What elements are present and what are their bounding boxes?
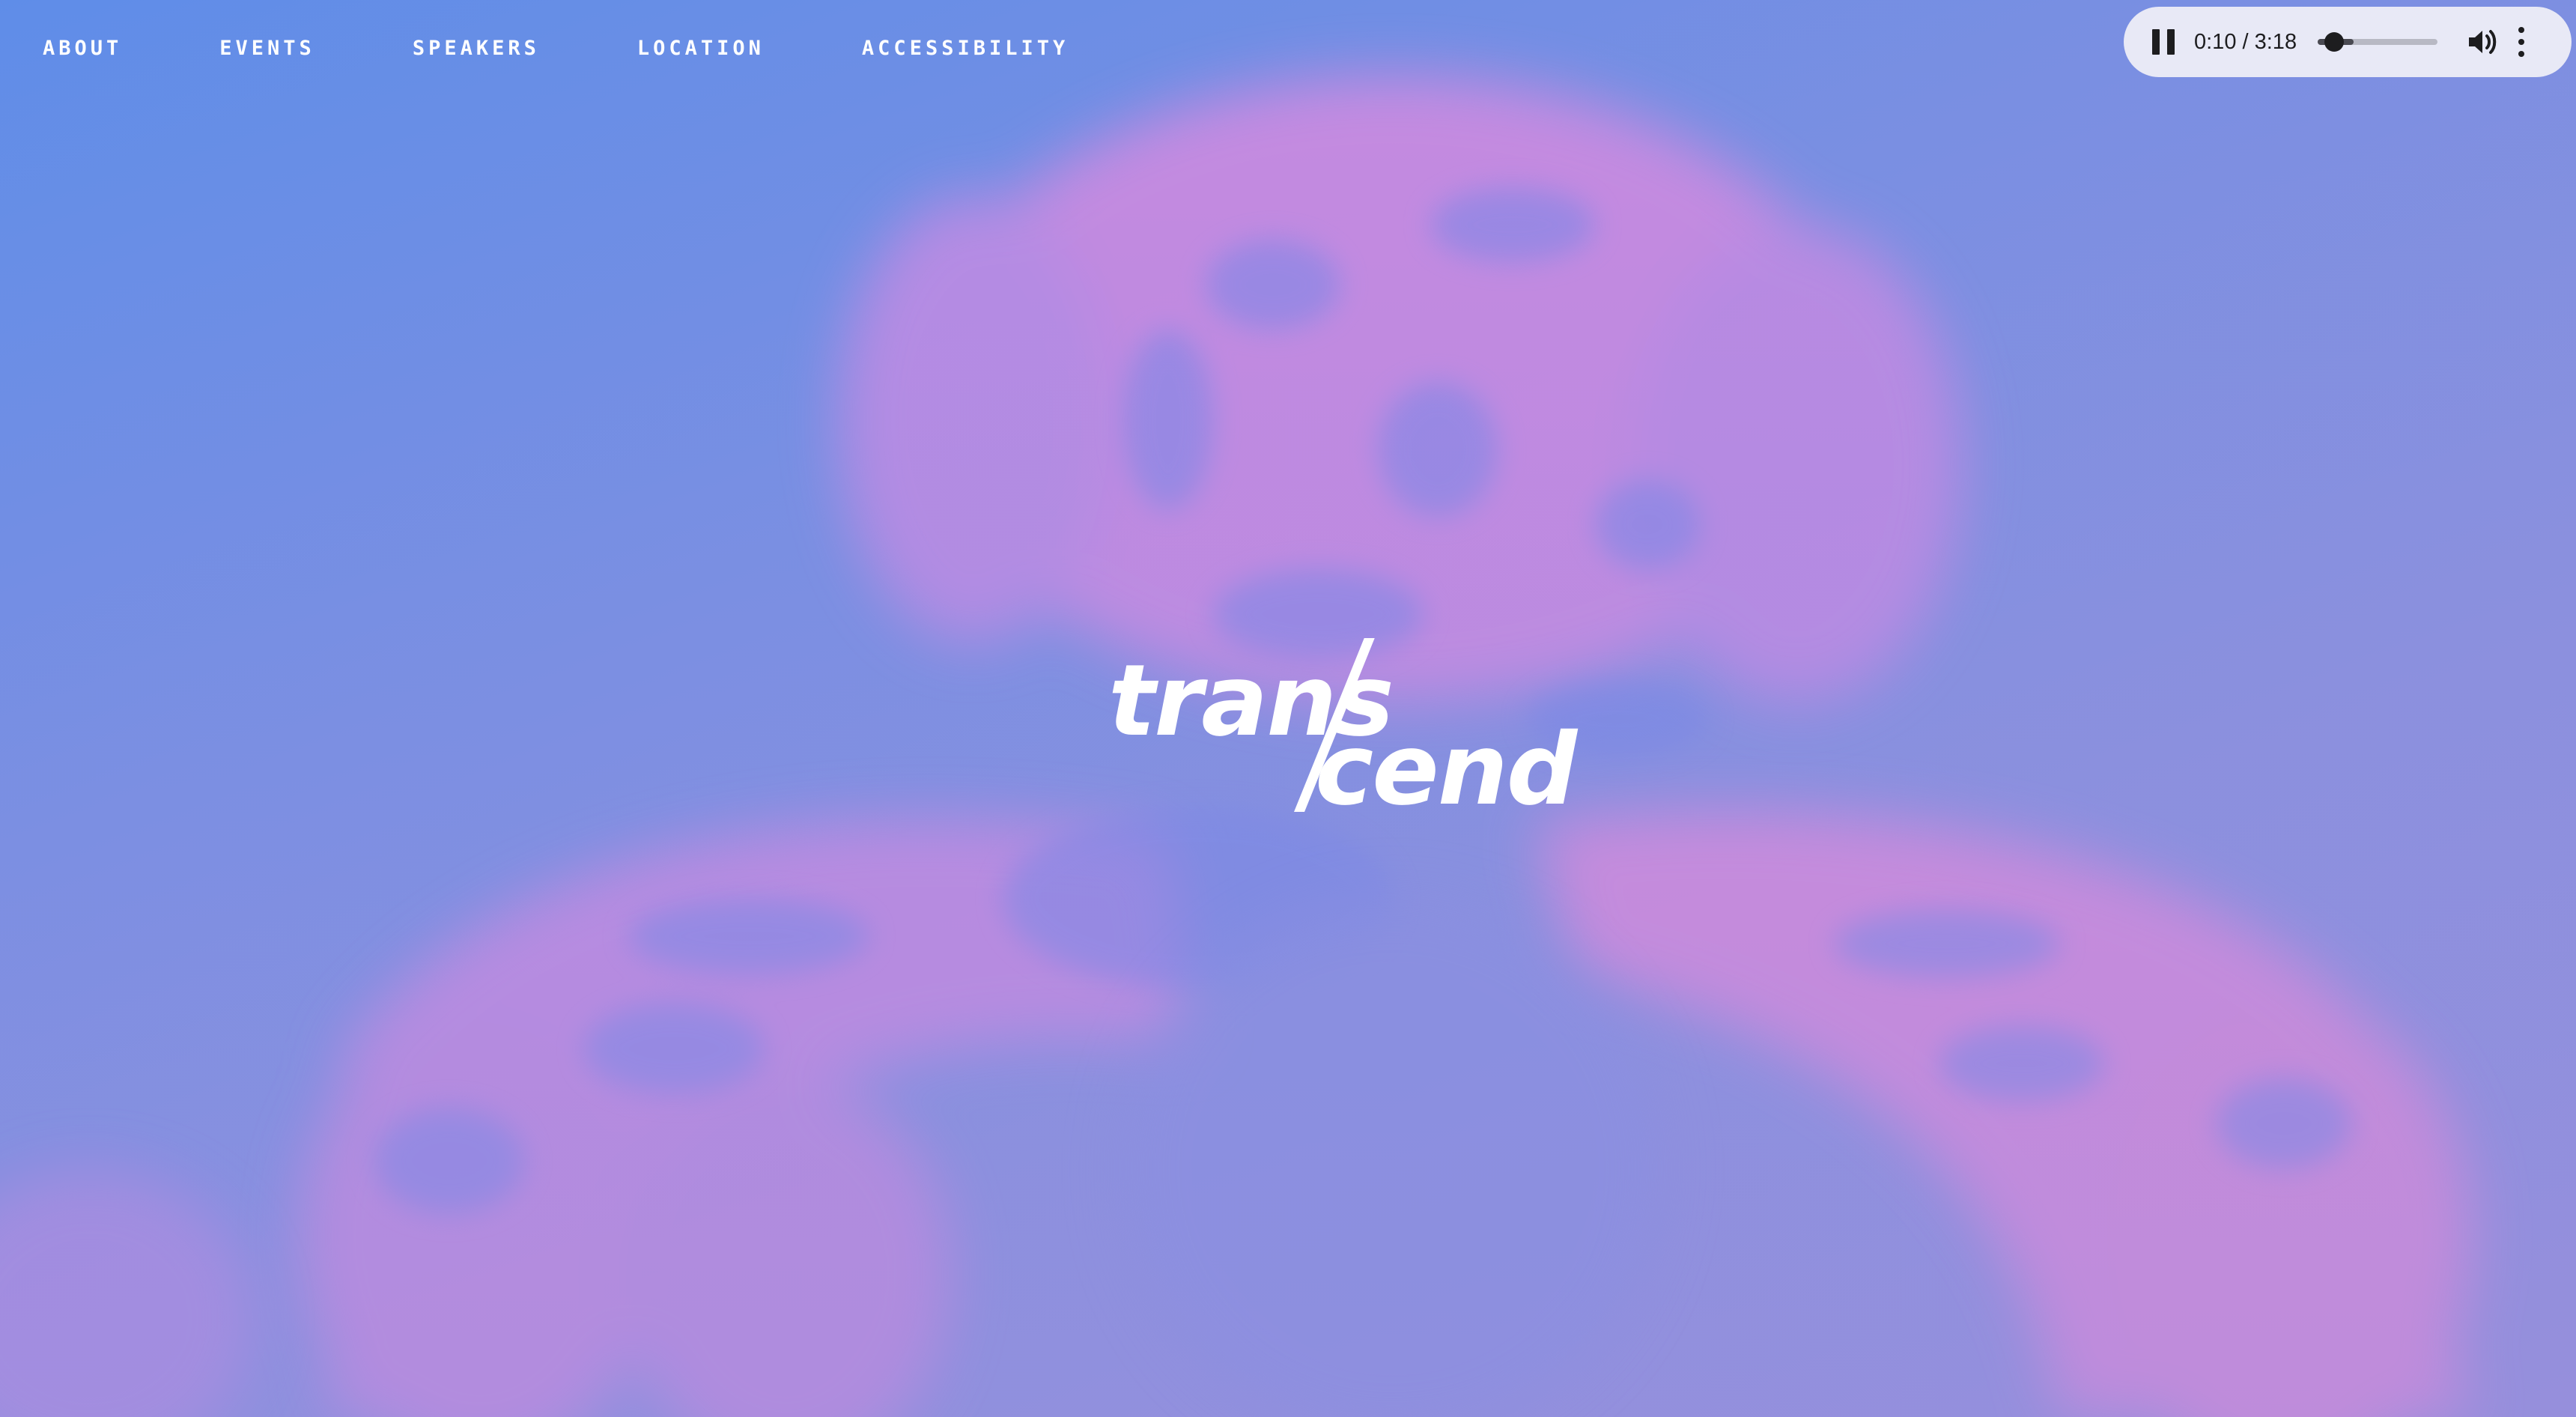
logo-text-cend: cend xyxy=(1315,712,1577,828)
progress-slider[interactable] xyxy=(2318,32,2438,52)
volume-button[interactable] xyxy=(2467,27,2500,57)
transcend-logo: trans cend xyxy=(1101,638,1577,819)
duration: 3:18 xyxy=(2254,29,2297,54)
more-options-button[interactable] xyxy=(2515,27,2527,57)
time-display: 0:10 / 3:18 xyxy=(2194,30,2297,55)
time-separator: / xyxy=(2236,29,2255,54)
volume-icon xyxy=(2469,30,2497,54)
pause-button[interactable] xyxy=(2152,29,2175,55)
pause-icon-bar xyxy=(2167,29,2175,55)
more-vertical-icon-dot xyxy=(2518,51,2525,57)
nav-location[interactable]: LOCATION xyxy=(637,37,765,60)
nav-about[interactable]: ABOUT xyxy=(43,37,122,60)
pause-icon xyxy=(2152,29,2160,55)
audio-player: 0:10 / 3:18 xyxy=(2124,7,2572,77)
main-navigation: ABOUT EVENTS SPEAKERS LOCATION ACCESSIBI… xyxy=(43,33,1166,63)
current-time: 0:10 xyxy=(2194,29,2237,54)
more-vertical-icon-dot xyxy=(2518,39,2525,45)
nav-speakers[interactable]: SPEAKERS xyxy=(413,37,540,60)
nav-events[interactable]: EVENTS xyxy=(219,37,315,60)
more-vertical-icon xyxy=(2518,27,2525,33)
progress-thumb[interactable] xyxy=(2324,32,2345,52)
nav-accessibility[interactable]: ACCESSIBILITY xyxy=(862,37,1069,60)
